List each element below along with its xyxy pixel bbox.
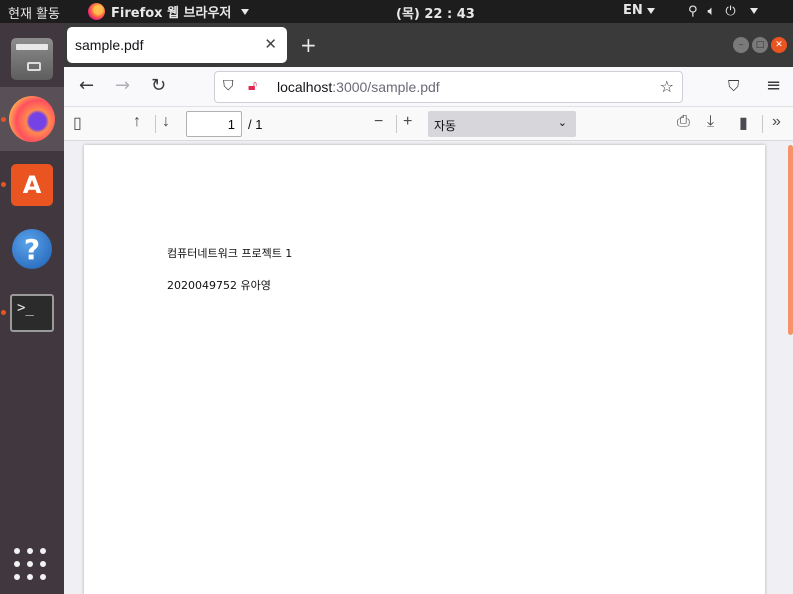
sidebar-toggle-icon[interactable]: ▯ — [73, 113, 82, 133]
system-tray[interactable]: ⚲ 🔈︎ ⏻ — [688, 1, 758, 21]
bookmark-star-icon[interactable]: ☆ — [660, 77, 674, 96]
window-controls: – □ ✕ — [733, 37, 787, 53]
divider — [155, 115, 156, 133]
page-total: / 1 — [248, 117, 263, 132]
app-menu[interactable]: Firefox 웹 브라우저 — [88, 2, 250, 21]
dock-firefox[interactable] — [0, 87, 64, 151]
insecure-lock-icon[interactable]: 🔓︎ — [248, 78, 257, 94]
dock: A ? >_ — [0, 23, 64, 594]
reload-button[interactable]: ↻ — [151, 75, 166, 96]
url-bar[interactable]: ⛉ 🔓︎ localhost:3000/sample.pdf ☆ — [214, 71, 683, 103]
help-icon: ? — [12, 229, 52, 269]
language-indicator[interactable]: EN — [623, 3, 655, 18]
firefox-icon — [9, 96, 55, 142]
divider — [396, 115, 397, 133]
running-indicator — [1, 310, 6, 315]
url-path: :3000/sample.pdf — [332, 79, 440, 95]
minimize-button[interactable]: – — [733, 37, 749, 53]
firefox-icon — [88, 3, 105, 20]
previous-page-button[interactable]: ↑ — [133, 113, 141, 131]
next-page-button[interactable]: ↓ — [162, 113, 170, 131]
divider — [762, 115, 763, 133]
browser-titlebar: sample.pdf ✕ + – □ ✕ — [64, 23, 793, 67]
bookmark-icon[interactable]: ▮ — [739, 113, 748, 133]
zoom-select[interactable]: 자동 ⌄ — [428, 111, 576, 137]
files-icon — [11, 38, 53, 80]
menu-icon[interactable]: ≡ — [766, 75, 781, 96]
window-close-button[interactable]: ✕ — [771, 37, 787, 53]
clock[interactable]: (목) 22 : 43 — [396, 3, 475, 22]
running-indicator — [1, 182, 6, 187]
zoom-value: 자동 — [434, 119, 457, 133]
maximize-button[interactable]: □ — [752, 37, 768, 53]
dock-help[interactable]: ? — [0, 217, 64, 281]
tab-sample-pdf[interactable]: sample.pdf ✕ — [67, 27, 287, 63]
pocket-icon[interactable]: ⛉ — [728, 77, 739, 95]
terminal-icon: >_ — [10, 294, 54, 332]
new-tab-button[interactable]: + — [300, 33, 317, 57]
document-title: 컴퓨터네트워크 프로젝트 1 — [167, 247, 293, 260]
tools-menu-icon[interactable]: » — [772, 113, 781, 131]
scrollbar[interactable] — [788, 145, 793, 335]
document-author: 2020049752 유아영 — [167, 279, 271, 292]
chevron-down-icon — [646, 7, 655, 14]
close-icon[interactable]: ✕ — [264, 35, 277, 53]
page-number-input[interactable]: 1 — [186, 111, 242, 137]
chevron-down-icon: ⌄ — [557, 117, 567, 129]
navigation-bar: ← → ↻ ⛉ 🔓︎ localhost:3000/sample.pdf ☆ ⛉… — [64, 67, 793, 107]
url-text[interactable]: localhost:3000/sample.pdf — [277, 79, 440, 95]
pdf-page: 컴퓨터네트워크 프로젝트 1 2020049752 유아영 — [84, 145, 765, 594]
dock-files[interactable] — [0, 27, 64, 91]
pdf-toolbar: ▯ ↑ ↓ 1 / 1 − + 자동 ⌄ ⎙ ⤓ ▮ » — [64, 107, 793, 141]
language-label: EN — [623, 3, 643, 18]
print-icon[interactable]: ⎙ — [677, 113, 690, 131]
volume-icon: 🔈︎ — [707, 3, 716, 19]
running-indicator — [1, 117, 6, 122]
activities-button[interactable]: 현재 활동 — [8, 3, 60, 22]
zoom-in-button[interactable]: + — [403, 113, 412, 131]
network-icon: ⚲ — [688, 3, 698, 19]
back-button[interactable]: ← — [79, 75, 94, 96]
dock-terminal[interactable]: >_ — [0, 281, 64, 345]
software-store-icon: A — [11, 164, 53, 206]
url-host: localhost — [277, 79, 333, 95]
zoom-out-button[interactable]: − — [374, 113, 383, 131]
tab-title: sample.pdf — [75, 37, 144, 53]
dock-software[interactable]: A — [0, 153, 64, 217]
top-bar: 현재 활동 Firefox 웹 브라우저 (목) 22 : 43 EN ⚲ 🔈︎… — [0, 0, 793, 23]
forward-button[interactable]: → — [115, 75, 130, 96]
app-menu-label: Firefox 웹 브라우저 — [111, 6, 232, 21]
chevron-down-icon — [749, 8, 758, 14]
shield-icon[interactable]: ⛉ — [223, 78, 234, 94]
power-icon: ⏻ — [725, 3, 736, 19]
download-icon[interactable]: ⤓ — [707, 113, 714, 131]
show-applications-button[interactable] — [14, 548, 48, 582]
chevron-down-icon — [241, 8, 250, 15]
pdf-viewer[interactable]: 컴퓨터네트워크 프로젝트 1 2020049752 유아영 — [64, 141, 793, 594]
